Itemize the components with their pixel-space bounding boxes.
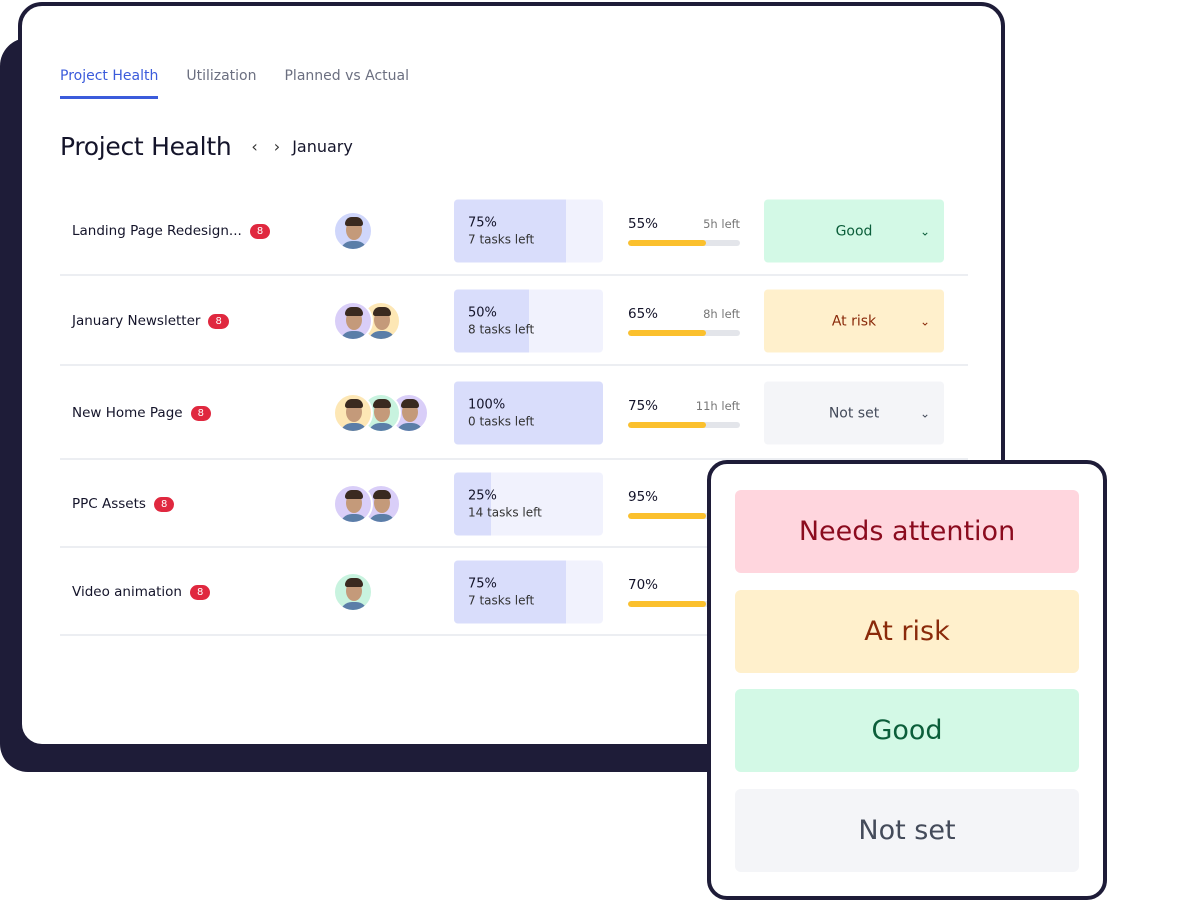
hours-progress: 65% 8h left xyxy=(628,306,740,336)
chevron-down-icon: ⌄ xyxy=(919,224,930,238)
hours-progress: 75% 11h left xyxy=(628,398,740,428)
hours-progress: 55% 5h left xyxy=(628,216,740,246)
assignee-avatars[interactable] xyxy=(333,301,401,341)
task-progress: 75% 7 tasks left xyxy=(454,199,603,263)
status-select[interactable]: Good ⌄ xyxy=(764,199,944,263)
task-progress: 50% 8 tasks left xyxy=(454,289,603,353)
tasks-left: 14 tasks left xyxy=(468,505,542,520)
project-name-text: Landing Page Redesign... xyxy=(72,223,242,239)
count-badge: 8 xyxy=(189,584,211,600)
task-progress: 75% 7 tasks left xyxy=(454,560,603,624)
project-name-text: New Home Page xyxy=(72,405,183,421)
page-header: Project Health ‹ › January xyxy=(60,132,353,161)
page-title: Project Health xyxy=(60,132,232,161)
hours-percent: 70% xyxy=(628,577,659,593)
hours-bar-fill xyxy=(628,422,707,428)
project-name[interactable]: Landing Page Redesign... 8 xyxy=(72,223,271,239)
project-name[interactable]: January Newsletter 8 xyxy=(72,313,229,329)
task-progress-percent: 25% xyxy=(468,488,497,504)
status-option-notset[interactable]: Not set xyxy=(735,789,1079,872)
table-row: Landing Page Redesign... 8 75% 7 tasks lef… xyxy=(60,192,968,276)
hours-bar xyxy=(628,330,740,336)
task-progress-percent: 75% xyxy=(468,576,497,592)
chevron-down-icon: ⌄ xyxy=(919,314,930,328)
task-progress-percent: 75% xyxy=(468,215,497,231)
project-name-text: January Newsletter xyxy=(72,313,201,329)
tab-project-health[interactable]: Project Health xyxy=(60,68,159,99)
project-name[interactable]: PPC Assets 8 xyxy=(72,496,175,512)
hours-bar xyxy=(628,422,740,428)
table-row: January Newsletter 8 50% 8 tasks left 65% 8… xyxy=(60,276,968,366)
count-badge: 8 xyxy=(153,496,175,512)
hours-percent: 75% xyxy=(628,398,659,414)
chevron-right-icon[interactable]: › xyxy=(274,137,280,156)
status-label: Not set xyxy=(828,405,880,421)
month-label: January xyxy=(292,137,353,156)
avatar xyxy=(333,393,373,433)
task-progress-percent: 50% xyxy=(468,305,497,321)
status-dropdown-menu: Needs attention At risk Good Not set xyxy=(707,460,1107,900)
status-select[interactable]: Not set ⌄ xyxy=(764,381,944,445)
hours-bar-fill xyxy=(628,240,707,246)
status-option-risk[interactable]: At risk xyxy=(735,590,1079,673)
status-select[interactable]: At risk ⌄ xyxy=(764,289,944,353)
hours-bar-fill xyxy=(628,513,707,519)
hours-left: 11h left xyxy=(695,399,740,413)
assignee-avatars[interactable] xyxy=(333,393,429,433)
hours-bar-fill xyxy=(628,601,707,607)
chevron-left-icon[interactable]: ‹ xyxy=(251,137,257,156)
task-progress: 100% 0 tasks left xyxy=(454,381,603,445)
avatar xyxy=(333,301,373,341)
hours-left: 5h left xyxy=(703,217,740,231)
hours-percent: 65% xyxy=(628,306,659,322)
project-name[interactable]: Video animation 8 xyxy=(72,584,211,600)
hours-bar-fill xyxy=(628,330,707,336)
assignee-avatars[interactable] xyxy=(333,211,373,251)
project-name-text: PPC Assets xyxy=(72,496,146,512)
project-name-text: Video animation xyxy=(72,584,182,600)
avatar xyxy=(333,484,373,524)
tab-bar: Project Health Utilization Planned vs Ac… xyxy=(60,68,409,99)
hours-percent: 55% xyxy=(628,216,659,232)
status-option-good[interactable]: Good xyxy=(735,689,1079,772)
avatar xyxy=(333,211,373,251)
project-name[interactable]: New Home Page 8 xyxy=(72,405,211,421)
hours-bar xyxy=(628,240,740,246)
task-progress-percent: 100% xyxy=(468,397,506,413)
count-badge: 8 xyxy=(249,223,271,239)
tasks-left: 7 tasks left xyxy=(468,593,535,608)
tasks-left: 8 tasks left xyxy=(468,322,535,337)
status-label: At risk xyxy=(831,313,877,329)
count-badge: 8 xyxy=(190,405,211,421)
assignee-avatars[interactable] xyxy=(333,484,401,524)
hours-left: 8h left xyxy=(703,307,740,321)
chevron-down-icon: ⌄ xyxy=(919,406,930,420)
status-option-attention[interactable]: Needs attention xyxy=(735,490,1079,573)
tab-planned-vs-actual[interactable]: Planned vs Actual xyxy=(284,68,409,99)
task-progress: 25% 14 tasks left xyxy=(454,472,603,536)
assignee-avatars[interactable] xyxy=(333,572,373,612)
tasks-left: 0 tasks left xyxy=(468,414,535,429)
avatar xyxy=(333,572,373,612)
count-badge: 8 xyxy=(208,313,229,329)
hours-percent: 95% xyxy=(628,489,659,505)
tasks-left: 7 tasks left xyxy=(468,232,535,247)
tab-utilization[interactable]: Utilization xyxy=(186,68,256,99)
table-row: New Home Page 8 100% 0 tasks left 75% 11h l… xyxy=(60,366,968,460)
status-label: Good xyxy=(835,223,873,239)
